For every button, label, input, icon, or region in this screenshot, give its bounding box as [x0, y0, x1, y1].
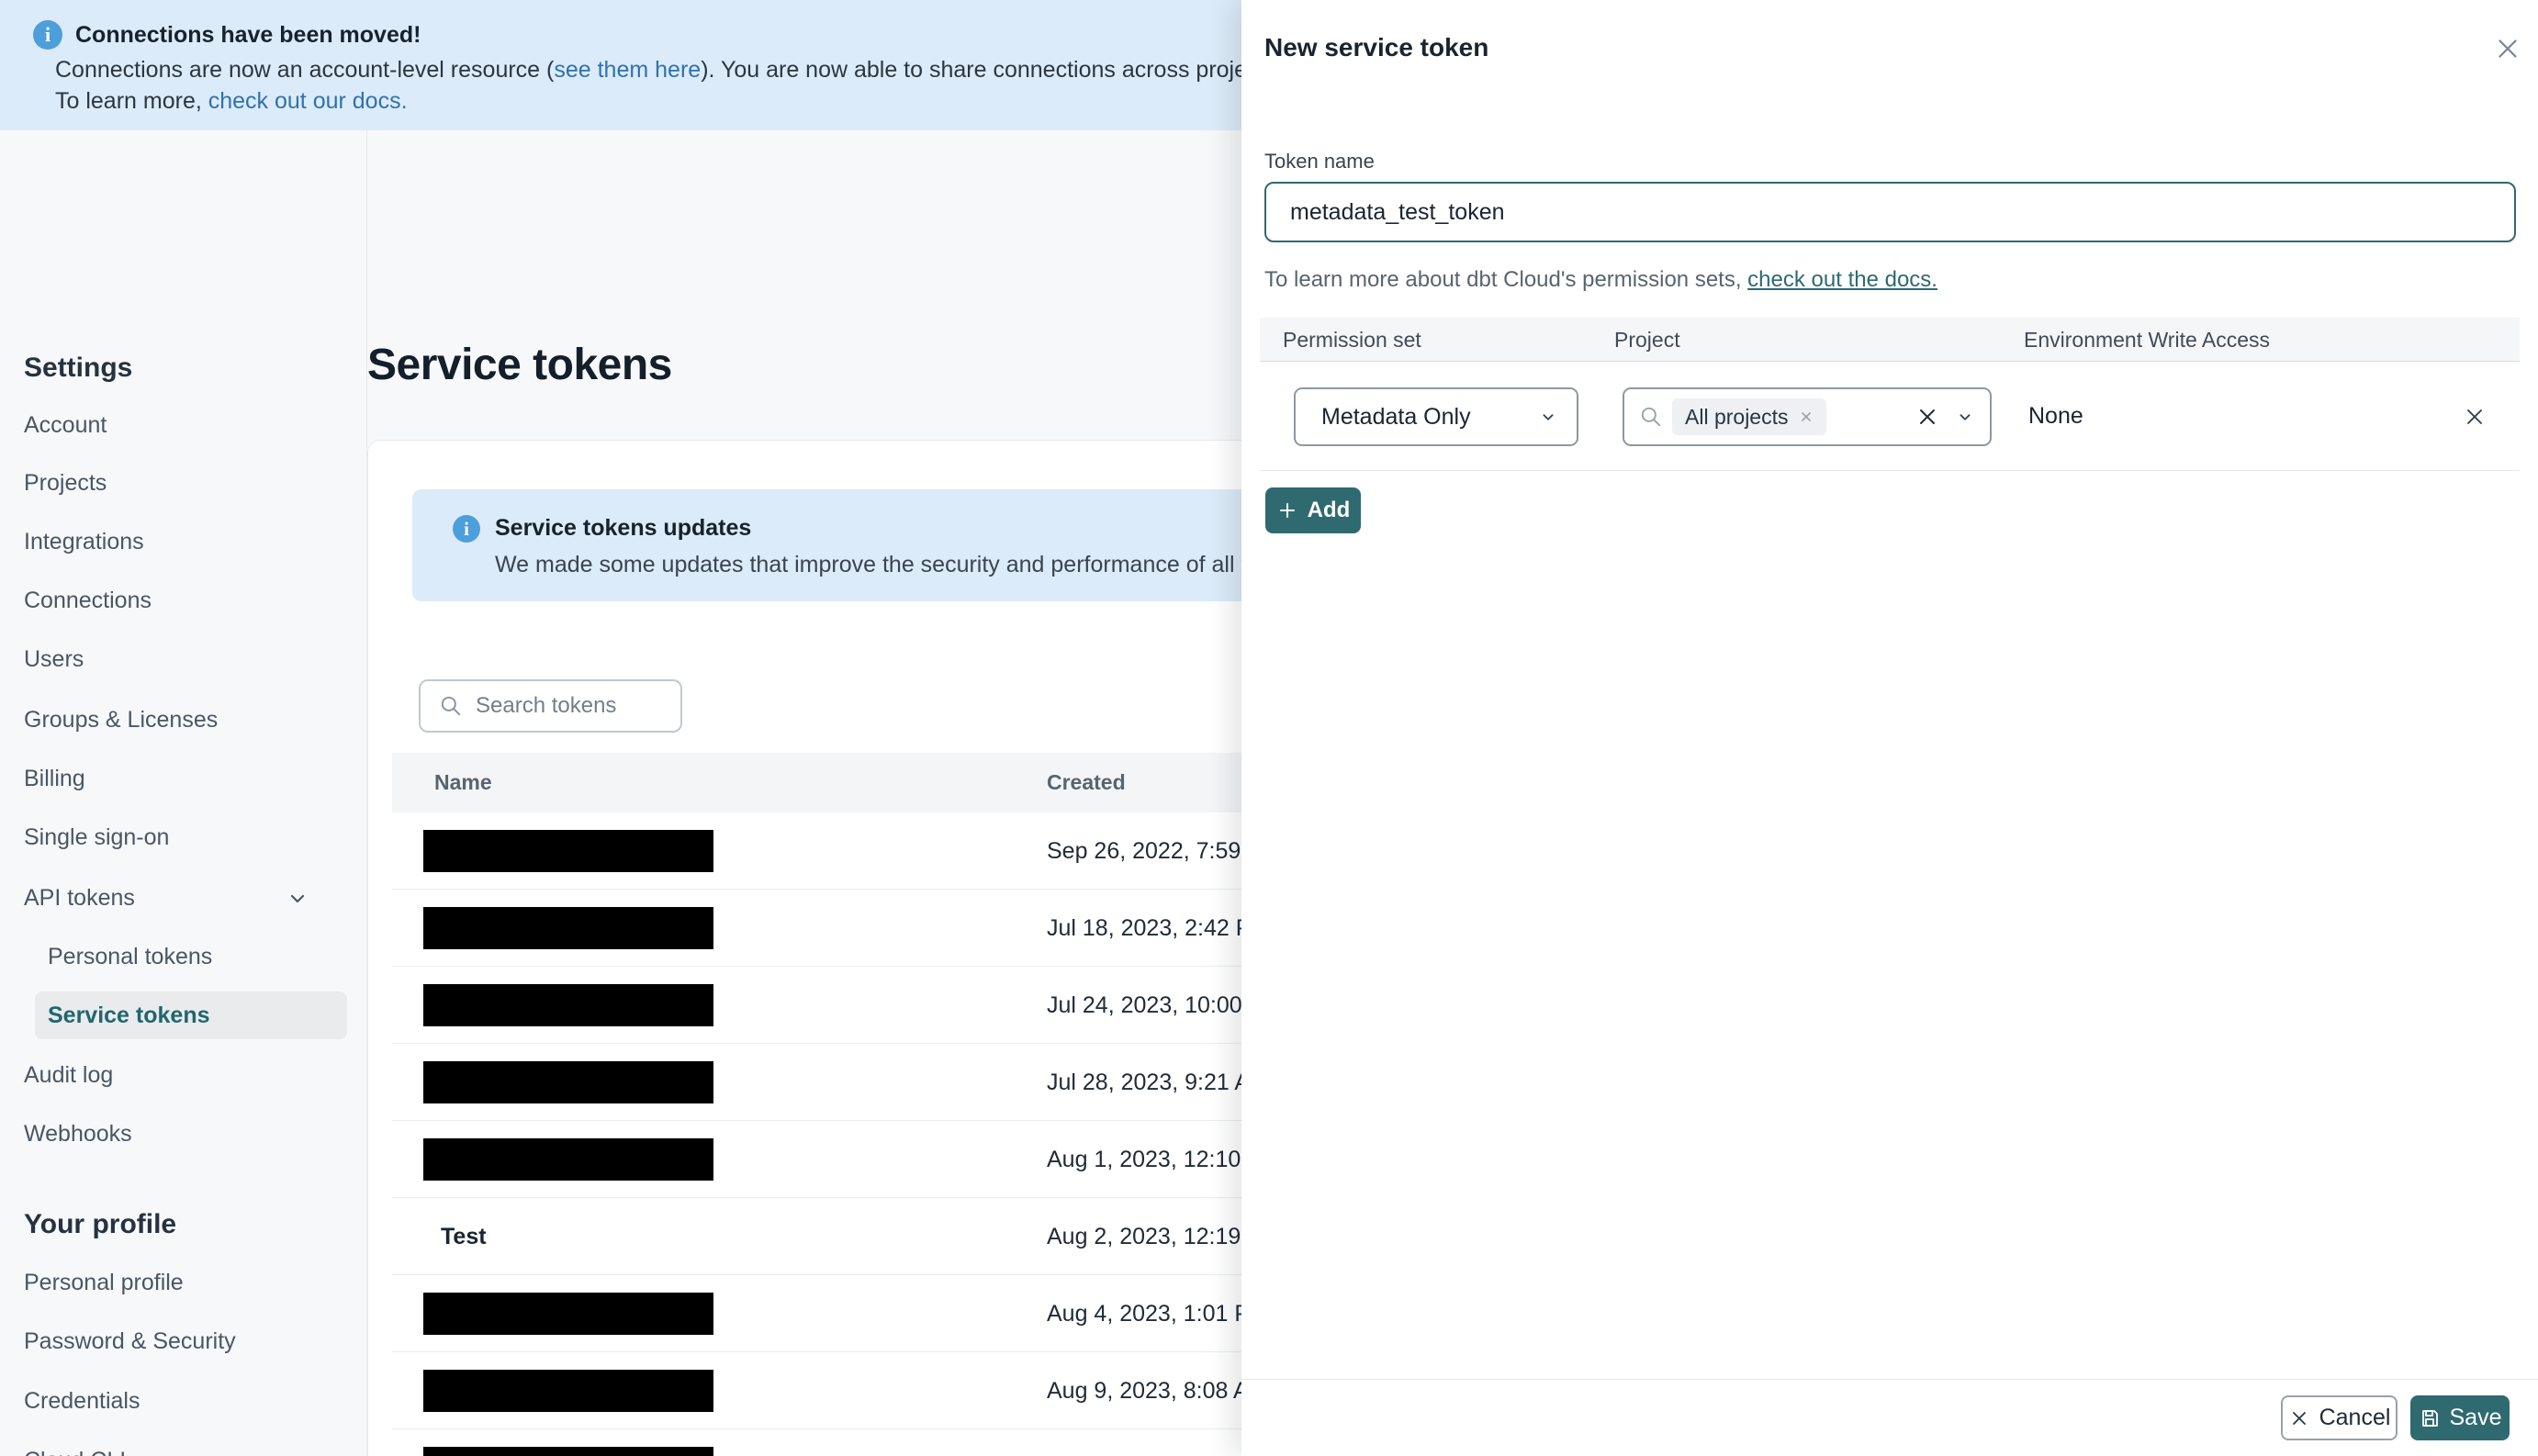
permission-set-select[interactable]: Metadata Only [1294, 387, 1578, 446]
chip-remove-icon[interactable] [1799, 409, 1814, 424]
cancel-button-label: Cancel [2319, 1405, 2391, 1430]
project-combobox[interactable]: All projects [1623, 387, 1992, 446]
close-icon[interactable] [2492, 33, 2523, 64]
plus-icon [1279, 503, 1295, 518]
sidebar-item-audit-log[interactable]: Audit log [24, 1056, 113, 1095]
sidebar-item-connections[interactable]: Connections [24, 581, 152, 621]
redacted-name [423, 1138, 713, 1181]
redacted-name [423, 1061, 713, 1103]
search-input[interactable] [476, 693, 659, 719]
sidebar-item-projects[interactable]: Projects [24, 464, 107, 503]
see-them-here-link[interactable]: see them here [554, 57, 701, 83]
sidebar-item-credentials[interactable]: Credentials [24, 1382, 140, 1421]
remove-row-icon[interactable] [2462, 404, 2487, 430]
your-profile-heading: Your profile [24, 1209, 177, 1239]
sidebar-item-service-tokens[interactable]: Service tokens [35, 991, 347, 1039]
save-icon [2421, 1409, 2438, 1427]
panel-title: New service token [1264, 33, 1489, 62]
token-name-label: Token name [1264, 150, 1375, 173]
search-tokens-box[interactable] [419, 679, 682, 733]
banner-footer-text: To learn more, [55, 88, 208, 114]
cancel-button[interactable]: Cancel [2281, 1395, 2398, 1440]
column-environment-write-access: Environment Write Access [2024, 328, 2271, 352]
new-service-token-panel: New service token Token name To learn mo… [1241, 0, 2538, 1456]
settings-sidebar: Settings Account Projects Integrations C… [0, 130, 367, 1456]
redacted-name [423, 1370, 713, 1412]
save-button[interactable]: Save [2410, 1395, 2510, 1440]
all-projects-chip[interactable]: All projects [1672, 398, 1827, 435]
banner-footer: To learn more, check out our docs. [55, 88, 408, 115]
environment-write-access-value: None [2028, 403, 2083, 429]
add-permission-button[interactable]: Add [1265, 487, 1361, 533]
sidebar-item-webhooks[interactable]: Webhooks [24, 1114, 132, 1154]
permission-set-value: Metadata Only [1321, 403, 1471, 430]
permission-row: Metadata Only All projects None [1260, 362, 2520, 471]
permission-docs-line: To learn more about dbt Cloud's permissi… [1264, 267, 1937, 293]
token-name-input[interactable] [1264, 182, 2516, 242]
add-button-label: Add [1307, 498, 1351, 522]
info-icon: i [33, 20, 62, 50]
sidebar-item-account[interactable]: Account [24, 406, 107, 445]
column-project: Project [1614, 328, 1680, 352]
sidebar-item-users[interactable]: Users [24, 640, 84, 679]
banner-title: Connections have been moved! [75, 22, 421, 48]
notice-title: Service tokens updates [495, 515, 752, 541]
search-icon [441, 696, 461, 716]
permissions-grid: Permission set Project Environment Write… [1260, 318, 2520, 471]
sidebar-item-groups-licenses[interactable]: Groups & Licenses [24, 700, 218, 740]
redacted-name [423, 830, 713, 872]
sidebar-item-cloud-cli[interactable]: Cloud CLI [24, 1441, 126, 1456]
sidebar-item-personal-profile[interactable]: Personal profile [24, 1263, 184, 1303]
settings-heading: Settings [24, 353, 133, 383]
column-name: Name [434, 770, 492, 794]
chevron-down-icon[interactable] [286, 888, 309, 910]
save-button-label: Save [2449, 1405, 2502, 1430]
banner-body-text: Connections are now an account-level res… [55, 57, 555, 83]
sidebar-item-api-tokens[interactable]: API tokens [24, 879, 135, 918]
sidebar-item-single-sign-on[interactable]: Single sign-on [24, 818, 169, 857]
check-out-docs-link[interactable]: check out the docs. [1747, 267, 1937, 292]
search-icon [1641, 407, 1661, 427]
page-title: Service tokens [367, 341, 672, 389]
chip-label: All projects [1685, 404, 1789, 429]
close-icon [2292, 1411, 2306, 1425]
redacted-name [423, 1293, 713, 1335]
column-permission-set: Permission set [1283, 328, 1421, 352]
check-docs-link[interactable]: check out our docs. [208, 88, 408, 114]
panel-footer: Cancel Save [1241, 1379, 2538, 1456]
sidebar-item-integrations[interactable]: Integrations [24, 522, 144, 562]
redacted-name [423, 1447, 713, 1456]
chevron-down-icon [1543, 414, 1554, 420]
sidebar-item-password-security[interactable]: Password & Security [24, 1322, 236, 1361]
token-name: Test [441, 1224, 487, 1249]
redacted-name [423, 907, 713, 949]
clear-selection-icon[interactable] [1915, 404, 1940, 430]
info-icon: i [453, 515, 480, 543]
docs-text: To learn more about dbt Cloud's permissi… [1264, 267, 1748, 292]
sidebar-item-personal-tokens[interactable]: Personal tokens [48, 937, 212, 977]
permissions-grid-header: Permission set Project Environment Write… [1260, 318, 2520, 362]
chevron-down-icon[interactable] [1955, 407, 1975, 427]
redacted-name [423, 984, 713, 1026]
column-created: Created [1047, 770, 1126, 794]
sidebar-item-billing[interactable]: Billing [24, 759, 85, 799]
